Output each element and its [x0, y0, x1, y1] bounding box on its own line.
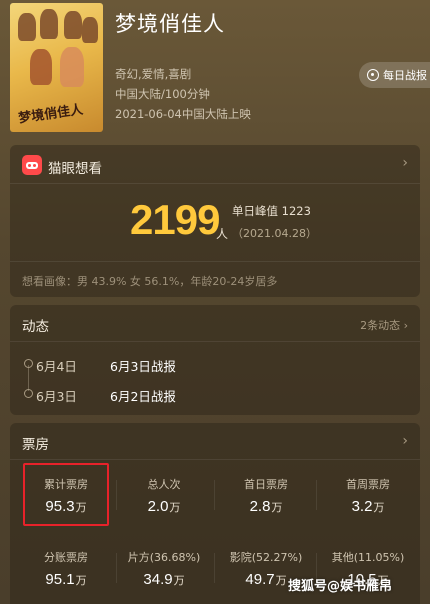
stat-first-week: 首周票房 3.2万	[346, 478, 390, 515]
movie-region-duration: 中国大陆/100分钟	[115, 87, 210, 101]
watermark: 搜狐号@娱书雁帛	[288, 579, 393, 594]
chevron-right-icon[interactable]: ›	[402, 155, 408, 171]
chevron-right-icon[interactable]: ›	[402, 433, 408, 449]
stat-split-boxoffice: 分账票房 95.1万	[44, 551, 88, 588]
timeline-dot	[24, 359, 33, 368]
news-date: 6月3日	[36, 389, 77, 404]
movie-title: 梦境俏佳人	[115, 12, 225, 36]
news-card: 动态 2条动态 › 6月4日 6月3日战报 6月3日 6月2日战报	[10, 305, 420, 415]
want-to-see-card[interactable]: 猫眼想看 › 2199 人 单日峰值 1223 （2021.04.28） 想看画…	[10, 145, 420, 297]
badge-icon	[367, 69, 379, 81]
stat-first-day: 首日票房 2.8万	[244, 478, 288, 515]
news-section-title: 动态	[22, 319, 49, 335]
want-unit: 人	[216, 227, 229, 241]
movie-release: 2021-06-04中国大陆上映	[115, 107, 251, 121]
want-section-title: 猫眼想看	[48, 161, 102, 177]
movie-header: 梦境俏佳人 梦境俏佳人 奇幻,爱情,喜剧 中国大陆/100分钟 2021-06-…	[0, 0, 430, 145]
news-date: 6月4日	[36, 359, 77, 374]
peak-date: （2021.04.28）	[232, 227, 317, 240]
news-count-link[interactable]: 2条动态 ›	[360, 317, 408, 333]
movie-poster[interactable]: 梦境俏佳人	[10, 3, 103, 132]
want-count: 2199	[130, 196, 220, 243]
stat-producer-share: 片方(36.68%) 34.9万	[127, 551, 201, 588]
timeline-line	[28, 365, 29, 391]
poster-title-art: 梦境俏佳人	[17, 102, 85, 127]
audience-portrait: 想看画像：男 43.9% 女 56.1%，年龄20-24岁居多	[22, 275, 278, 288]
maoyan-cat-icon	[22, 155, 42, 175]
stat-total-viewers: 总人次 2.0万	[147, 478, 181, 515]
timeline-dot	[24, 389, 33, 398]
peak-label: 单日峰值 1223	[232, 204, 311, 218]
news-item-link[interactable]: 6月2日战报	[110, 386, 176, 405]
boxoffice-section-title: 票房	[22, 437, 49, 453]
news-item-link[interactable]: 6月3日战报	[110, 356, 176, 375]
daily-report-label: 每日战报	[383, 69, 427, 82]
stat-total-boxoffice: 累计票房 95.3万	[44, 478, 88, 515]
daily-report-button[interactable]: 每日战报	[359, 62, 430, 88]
movie-genres: 奇幻,爱情,喜剧	[115, 67, 192, 81]
